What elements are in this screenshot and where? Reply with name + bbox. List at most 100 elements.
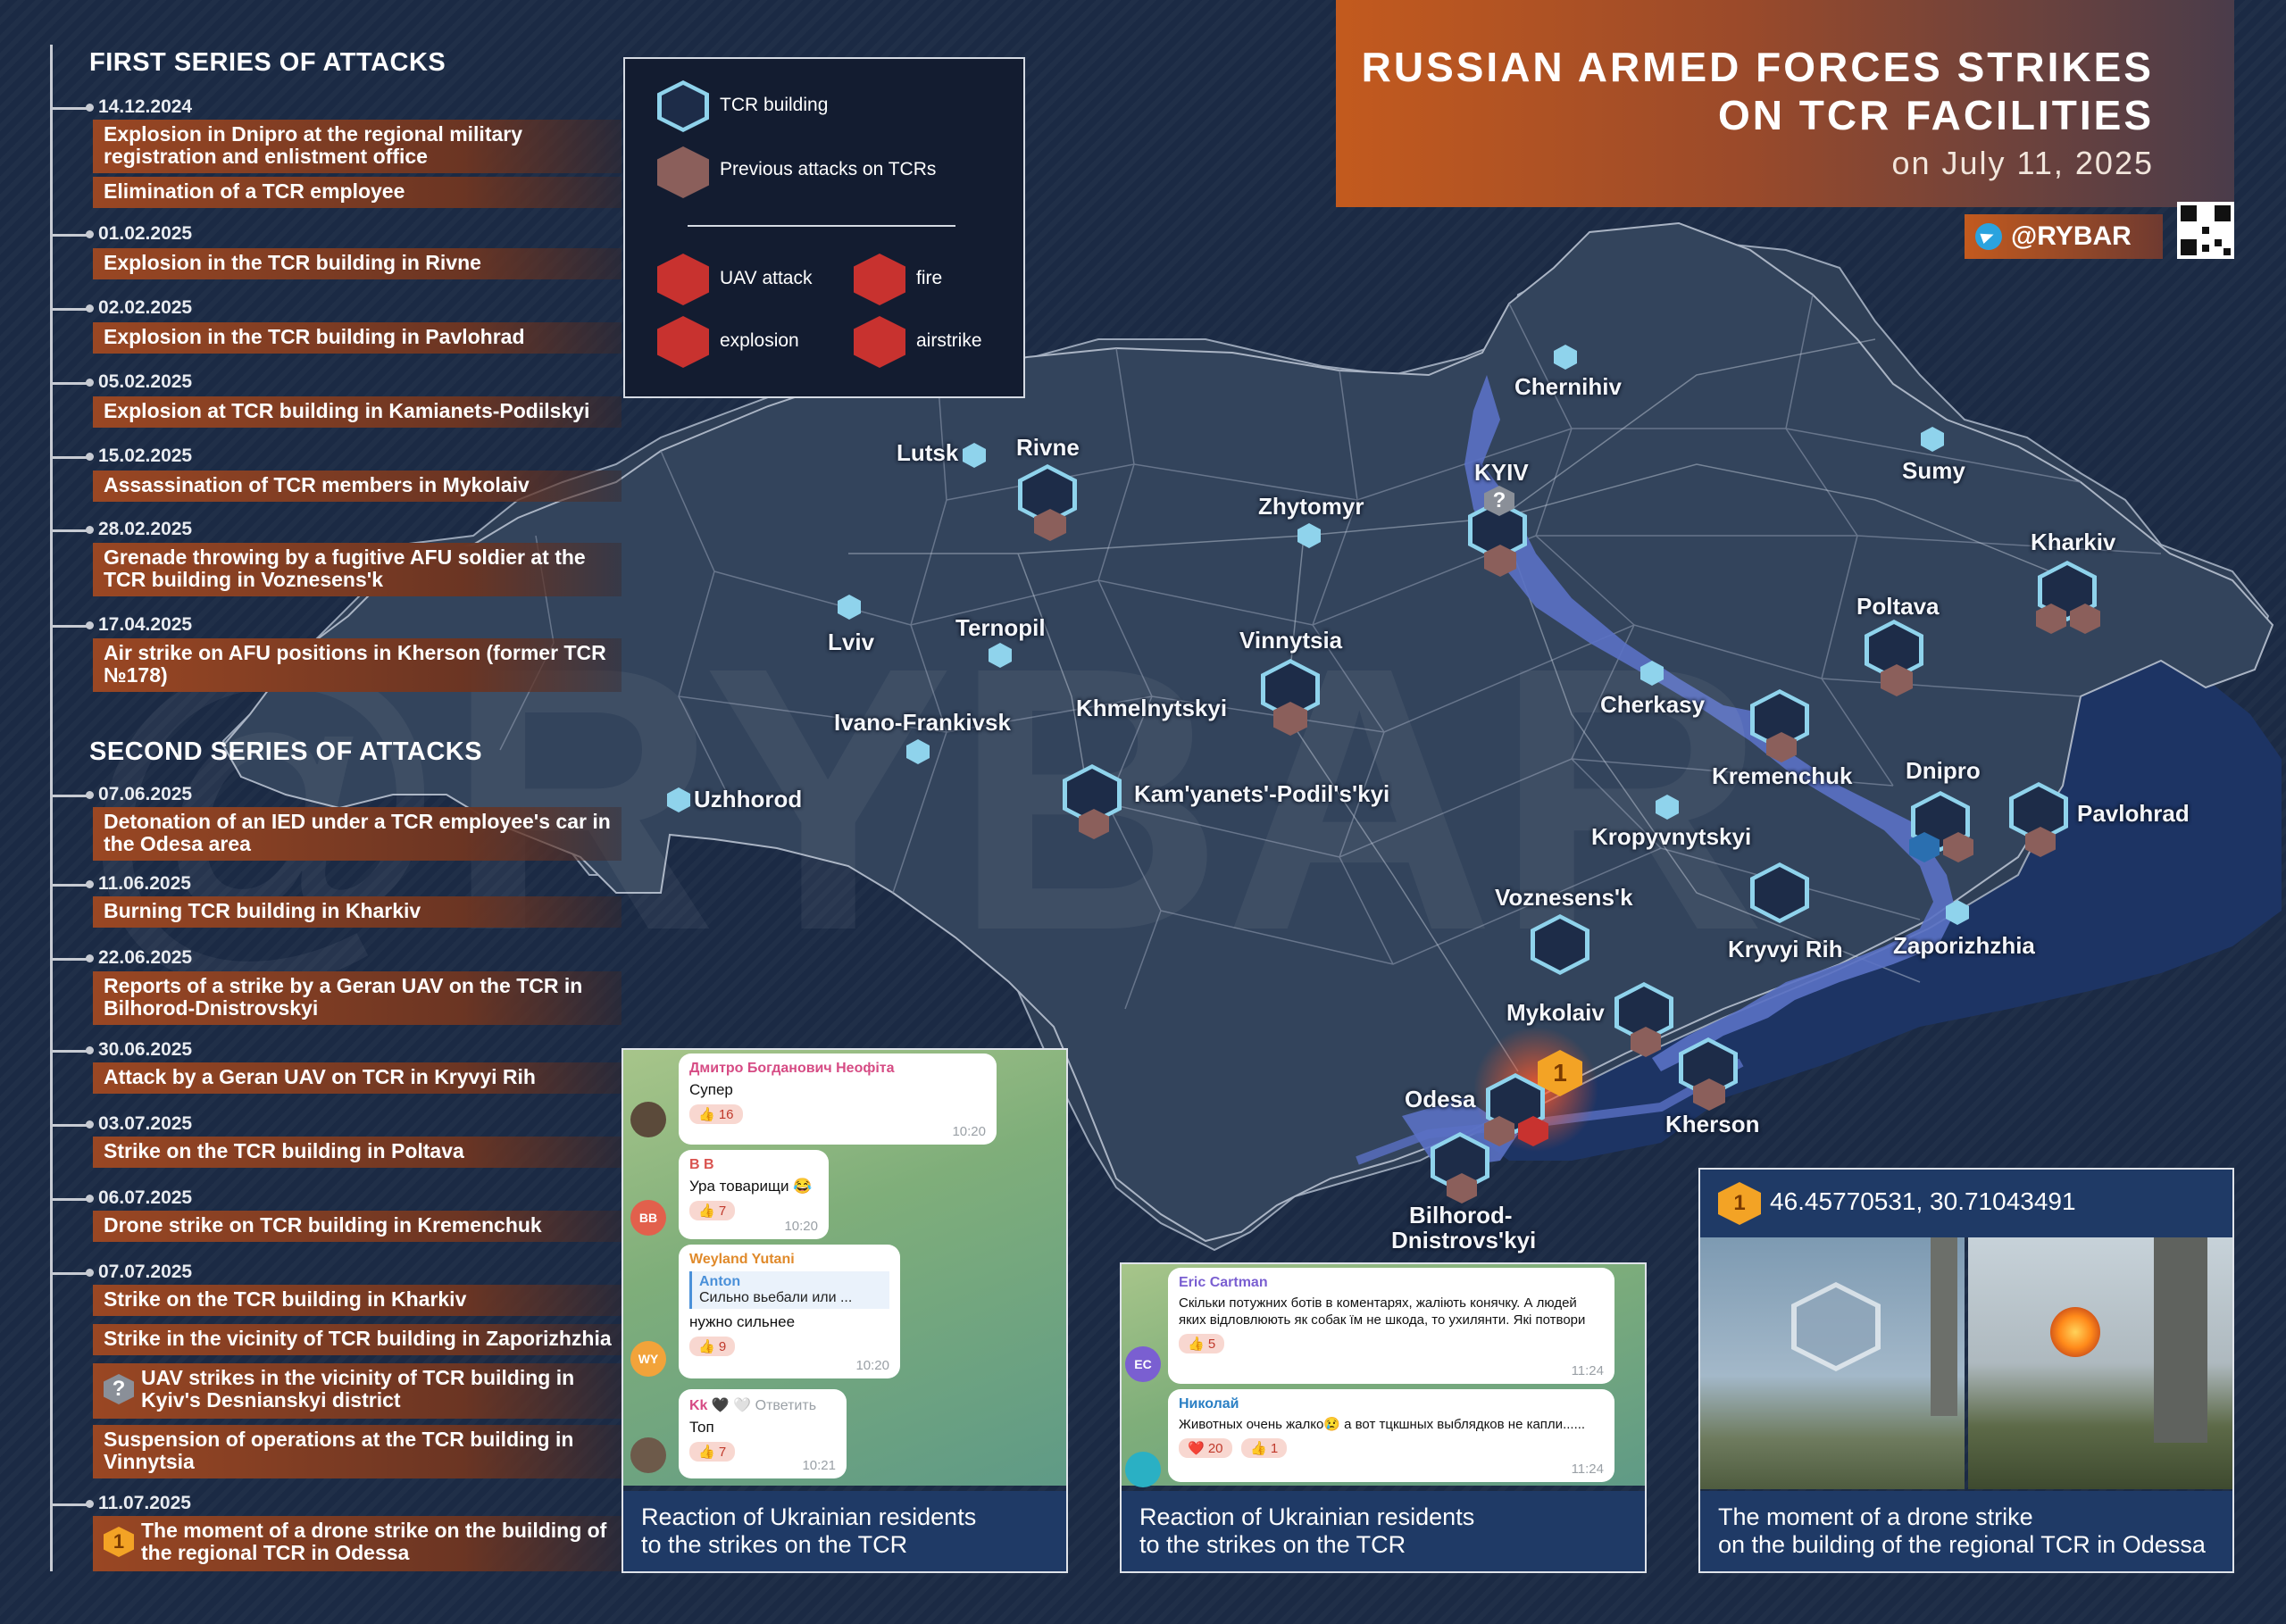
city-label: Dnipro — [1906, 757, 1981, 784]
timeline-date: 03.07.2025 — [49, 1113, 193, 1134]
timeline-date: 11.07.2025 — [50, 1493, 191, 1513]
caption-line: Reaction of Ukrainian residents — [641, 1503, 977, 1530]
city-label: KYIV — [1474, 459, 1529, 486]
timeline-event: Elimination of a TCR employee — [93, 177, 622, 208]
city-label: Pavlohrad — [2077, 800, 2190, 827]
quote-author: Anton — [699, 1274, 741, 1289]
reply-quote[interactable]: Anton Сильно вьебали или ... — [689, 1271, 889, 1309]
quote-text: Сильно вьебали или ... — [699, 1290, 853, 1305]
timeline-event: Drone strike on TCR building in Kremench… — [93, 1211, 622, 1242]
telegram-icon — [1975, 223, 2002, 250]
city-label: Lviv — [828, 629, 875, 655]
panel-caption: The moment of a drone strike on the buil… — [1700, 1491, 2232, 1571]
building-silhouette — [1931, 1237, 1957, 1416]
message-text: Топ — [689, 1419, 714, 1436]
question-badge-icon: ? — [104, 1374, 134, 1404]
message-time: 10:20 — [855, 1358, 889, 1373]
avatar — [630, 1102, 666, 1137]
city-label: Lutsk — [897, 439, 959, 466]
message-time: 10:21 — [802, 1458, 836, 1473]
message-text: Скільки потужних ботів в коментарях, жал… — [1179, 1295, 1586, 1328]
city-label: Sumy — [1902, 457, 1965, 484]
message-author: Weyland Yutani — [689, 1252, 795, 1267]
chat-message: Weyland Yutani Anton Сильно вьебали или … — [679, 1245, 900, 1378]
attack-timeline: FIRST SERIES OF ATTACKS 14.12.2024 Explo… — [49, 36, 622, 1571]
timeline-date: 30.06.2025 — [49, 1039, 193, 1060]
legend-previous-attacks: Previous attacks on TCRs — [720, 159, 937, 179]
panel-caption: Reaction of Ukrainian residents to the s… — [623, 1491, 1066, 1571]
target-hexagon-icon — [1791, 1282, 1881, 1371]
second-series-title: SECOND SERIES OF ATTACKS — [89, 737, 483, 766]
explosion-icon — [657, 316, 709, 368]
timeline-event-text: The moment of a drone strike on the buil… — [141, 1519, 607, 1564]
city-label: Ternopil — [955, 614, 1046, 641]
timeline-date: 15.02.2025 — [49, 446, 193, 466]
city-label: Kam'yanets'-Podil's'kyi — [1134, 780, 1390, 807]
number-one-badge-icon: 1 — [1718, 1182, 1761, 1225]
timeline-event: Strike on the TCR building in Kharkiv — [93, 1285, 622, 1316]
reply-link[interactable]: Ответить — [755, 1398, 816, 1413]
avatar: EC — [1125, 1346, 1161, 1382]
message-text: Супер — [689, 1081, 733, 1098]
legend-tcr-building: TCR building — [720, 95, 829, 115]
city-label: Chernihiv — [1514, 373, 1622, 400]
reaction-badge[interactable]: 👍 5 — [1179, 1334, 1225, 1353]
city-label: Kropyvnytskyi — [1591, 823, 1752, 850]
city-label: Kryvyi Rih — [1728, 936, 1843, 962]
panel-caption: Reaction of Ukrainian residents to the s… — [1122, 1491, 1645, 1571]
city-label: Voznesens'k — [1495, 884, 1633, 911]
legend-explosion: explosion — [720, 330, 799, 351]
avatar — [1125, 1452, 1161, 1487]
timeline-event: Suspension of operations at the TCR buil… — [93, 1425, 622, 1478]
city-label: Dnistrovs'kyi — [1391, 1227, 1537, 1253]
reaction-badge[interactable]: 👍 9 — [689, 1337, 736, 1356]
chat-panel-2: EC Eric Cartman Скільки потужних ботів в… — [1120, 1262, 1647, 1573]
city-label: Rivne — [1016, 434, 1080, 461]
map-legend: TCR building Previous attacks on TCRs UA… — [623, 57, 1025, 398]
timeline-event: Assassination of TCR members in Mykolaiv — [93, 471, 622, 502]
timeline-date: 11.06.2025 — [50, 873, 191, 894]
timeline-event-kyiv: ? UAV strikes in the vicinity of TCR bui… — [93, 1363, 622, 1419]
city-label: Odesa — [1405, 1086, 1476, 1112]
timeline-event: Attack by a Geran UAV on TCR in Kryvyi R… — [93, 1062, 622, 1094]
timeline-date: 28.02.2025 — [49, 519, 193, 539]
title-line-1: RUSSIAN ARMED FORCES STRIKES — [1361, 44, 2154, 90]
timeline-date: 02.02.2025 — [49, 297, 193, 318]
avatar: WY — [630, 1341, 666, 1377]
chat-message: Дмитро Богданович Неофіта Супер 👍 16 10:… — [679, 1054, 997, 1145]
reaction-badge[interactable]: 👍 16 — [689, 1104, 743, 1124]
number-one-badge-icon: 1 — [104, 1527, 134, 1557]
timeline-date: 01.02.2025 — [49, 223, 193, 244]
timeline-date: 07.06.2025 — [49, 784, 193, 804]
coordinates-text[interactable]: 46.45770531, 30.71043491 — [1770, 1187, 2076, 1216]
video-frame-2[interactable] — [1968, 1237, 2232, 1489]
timeline-event: Explosion at TCR building in Kamianets-P… — [93, 396, 622, 428]
timeline-event: Detonation of an IED under a TCR employe… — [93, 807, 622, 861]
reaction-badge[interactable]: 👍 1 — [1240, 1438, 1288, 1458]
title-banner: RUSSIAN ARMED FORCES STRIKES ON TCR FACI… — [1336, 0, 2234, 207]
avatar — [630, 1437, 666, 1473]
timeline-event: Grenade throwing by a fugitive AFU soldi… — [93, 543, 622, 596]
chat-message: Николай Животных очень жалко😢 а вот тцкш… — [1168, 1389, 1614, 1482]
telegram-handle[interactable]: @RYBAR — [1965, 214, 2163, 259]
timeline-date: 05.02.2025 — [49, 371, 193, 392]
reaction-badge[interactable]: 👍 7 — [689, 1442, 736, 1462]
uav-attack-icon — [657, 254, 709, 305]
qr-code-icon[interactable] — [2177, 202, 2234, 259]
caption-line: to the strikes on the TCR — [641, 1531, 908, 1558]
chat-message: B B Ура товарищи 😂 👍 7 10:20 — [679, 1150, 829, 1239]
message-time: 11:24 — [1571, 1462, 1604, 1477]
timeline-event: Explosion in Dnipro at the regional mili… — [93, 120, 622, 173]
video-frame-1[interactable] — [1700, 1237, 1965, 1489]
city-label: Mykolaiv — [1506, 999, 1605, 1026]
legend-uav-attack: UAV attack — [720, 268, 813, 288]
previous-attack-icon — [657, 146, 709, 198]
reaction-badge[interactable]: ❤️ 20 — [1179, 1438, 1232, 1458]
timeline-event-odessa: 1 The moment of a drone strike on the bu… — [93, 1516, 622, 1571]
first-series-title: FIRST SERIES OF ATTACKS — [89, 48, 446, 77]
city-label: Zaporizhzhia — [1893, 932, 2035, 959]
reaction-badge[interactable]: 👍 7 — [689, 1201, 736, 1220]
timeline-event: Explosion in the TCR building in Pavlohr… — [93, 322, 622, 354]
fire-icon — [854, 254, 905, 305]
timeline-event: Strike in the vicinity of TCR building i… — [93, 1324, 622, 1355]
